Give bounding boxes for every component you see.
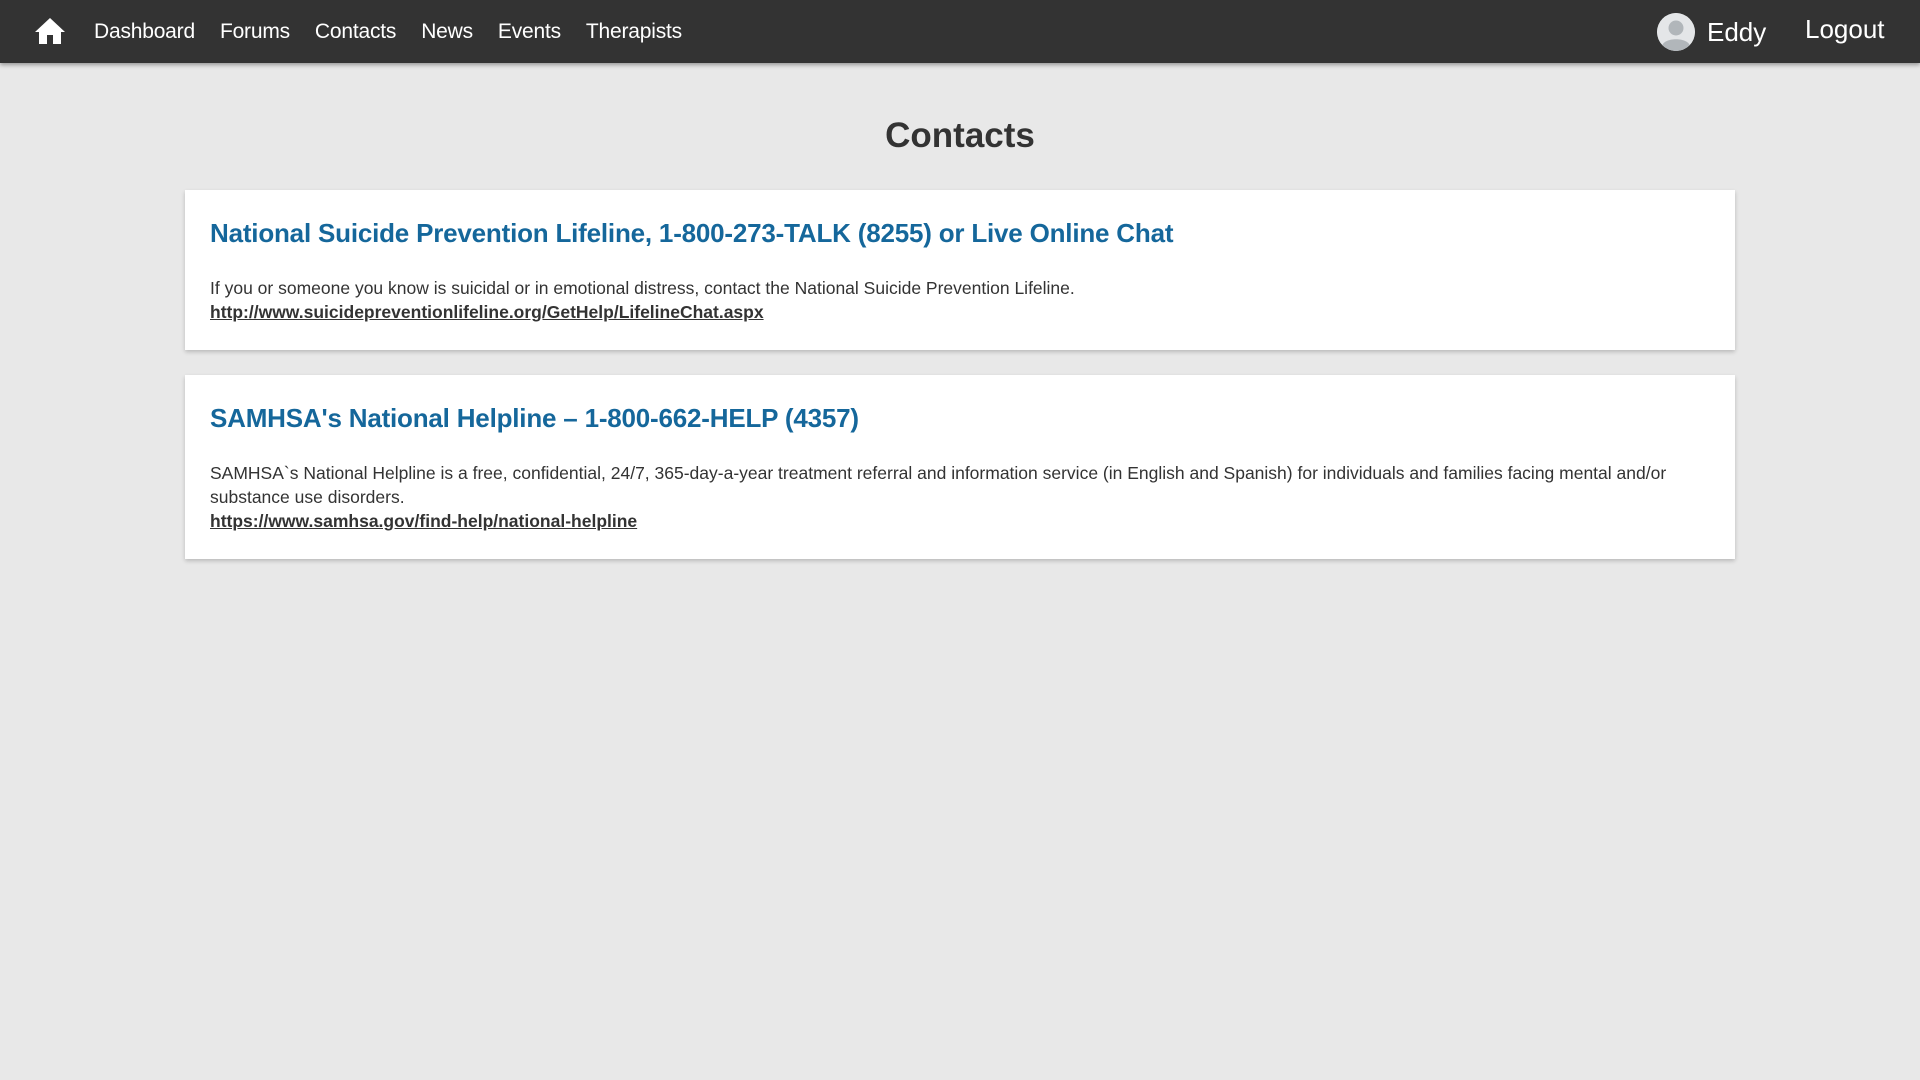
contact-title: National Suicide Prevention Lifeline, 1-… (210, 218, 1174, 248)
contact-card: SAMHSA's National Helpline – 1-800-662-H… (185, 375, 1735, 559)
nav-links: Dashboard Forums Contacts News Events Th… (94, 0, 707, 63)
nav-therapists[interactable]: Therapists (586, 20, 682, 44)
home-button[interactable] (34, 17, 66, 45)
contact-description: SAMHSA`s National Helpline is a free, co… (210, 463, 1667, 507)
nav-forums[interactable]: Forums (220, 20, 290, 44)
contact-description: If you or someone you know is suicidal o… (210, 278, 1075, 298)
page-title: Contacts (885, 116, 1035, 155)
logout-button[interactable]: Logout (1805, 14, 1885, 45)
user-name: Eddy (1707, 16, 1767, 47)
top-navbar: Dashboard Forums Contacts News Events Th… (0, 0, 1920, 63)
user-menu[interactable]: Eddy (1657, 12, 1766, 52)
contact-card: National Suicide Prevention Lifeline, 1-… (185, 190, 1735, 350)
contact-link[interactable]: http://www.suicidepreventionlifeline.org… (210, 300, 764, 324)
nav-dashboard[interactable]: Dashboard (94, 20, 195, 44)
contact-link[interactable]: https://www.samhsa.gov/find-help/nationa… (210, 509, 637, 533)
nav-events[interactable]: Events (498, 20, 561, 44)
nav-contacts[interactable]: Contacts (315, 20, 396, 44)
nav-news[interactable]: News (421, 20, 473, 44)
contact-title: SAMHSA's National Helpline – 1-800-662-H… (210, 403, 859, 433)
user-avatar-icon (1657, 13, 1695, 51)
home-icon (35, 18, 65, 44)
